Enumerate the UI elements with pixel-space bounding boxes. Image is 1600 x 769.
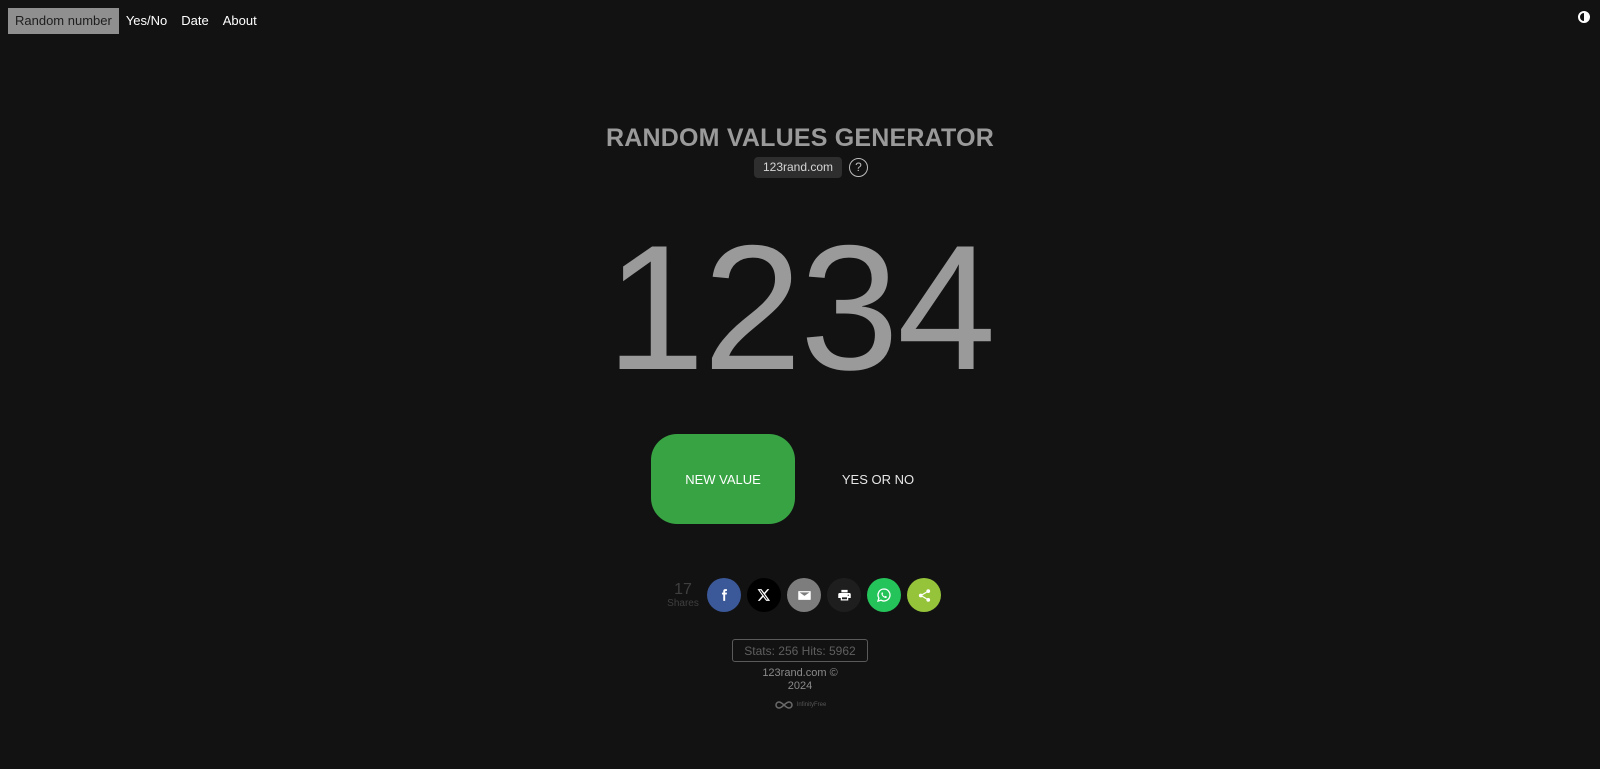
- x-share-button[interactable]: [747, 578, 781, 612]
- share-icon: [918, 588, 930, 602]
- whatsapp-share-button[interactable]: [867, 578, 901, 612]
- copyright: 123rand.com © 2024: [0, 667, 1600, 693]
- powered-by-badge[interactable]: InfinityFree: [0, 700, 1600, 710]
- top-nav: Random number Yes/No Date About: [8, 8, 264, 34]
- help-icon[interactable]: ?: [849, 158, 869, 177]
- stats-counter: Stats: 256 Hits: 5962: [732, 639, 868, 662]
- powered-by-label: InfinityFree: [796, 702, 827, 708]
- print-button[interactable]: [827, 578, 861, 612]
- half-moon-icon[interactable]: [1578, 11, 1590, 23]
- page-title: RANDOM VALUES GENERATOR: [606, 124, 994, 152]
- random-value-display: 1234: [606, 208, 996, 407]
- nav-item-date[interactable]: Date: [174, 8, 215, 34]
- share-count-label: Shares: [667, 598, 699, 609]
- email-icon: [797, 590, 811, 600]
- subtitle-row: 123rand.com ?: [0, 157, 1600, 178]
- new-value-button[interactable]: NEW VALUE: [651, 434, 795, 524]
- new-value-label: NEW VALUE: [685, 471, 761, 487]
- share-count-number: 17: [674, 581, 692, 598]
- copyright-line-2: 2024: [787, 680, 813, 692]
- facebook-share-button[interactable]: [707, 578, 741, 612]
- nav-item-about[interactable]: About: [216, 8, 264, 34]
- site-badge: 123rand.com: [753, 157, 843, 178]
- yes-or-no-label: YES OR NO: [841, 471, 915, 487]
- email-share-button[interactable]: [787, 578, 821, 612]
- facebook-icon: [721, 589, 727, 601]
- print-icon: [837, 589, 851, 600]
- whatsapp-icon: [877, 588, 891, 602]
- share-count: 17 Shares: [664, 581, 702, 610]
- generic-share-button[interactable]: [907, 578, 941, 612]
- x-icon: [757, 589, 771, 601]
- copyright-line-1: 123rand.com ©: [762, 667, 838, 679]
- nav-item-random-number[interactable]: Random number: [8, 8, 119, 34]
- yes-or-no-button[interactable]: YES OR NO: [806, 434, 950, 524]
- infinity-icon: [774, 701, 793, 709]
- nav-item-yes-no[interactable]: Yes/No: [119, 8, 174, 34]
